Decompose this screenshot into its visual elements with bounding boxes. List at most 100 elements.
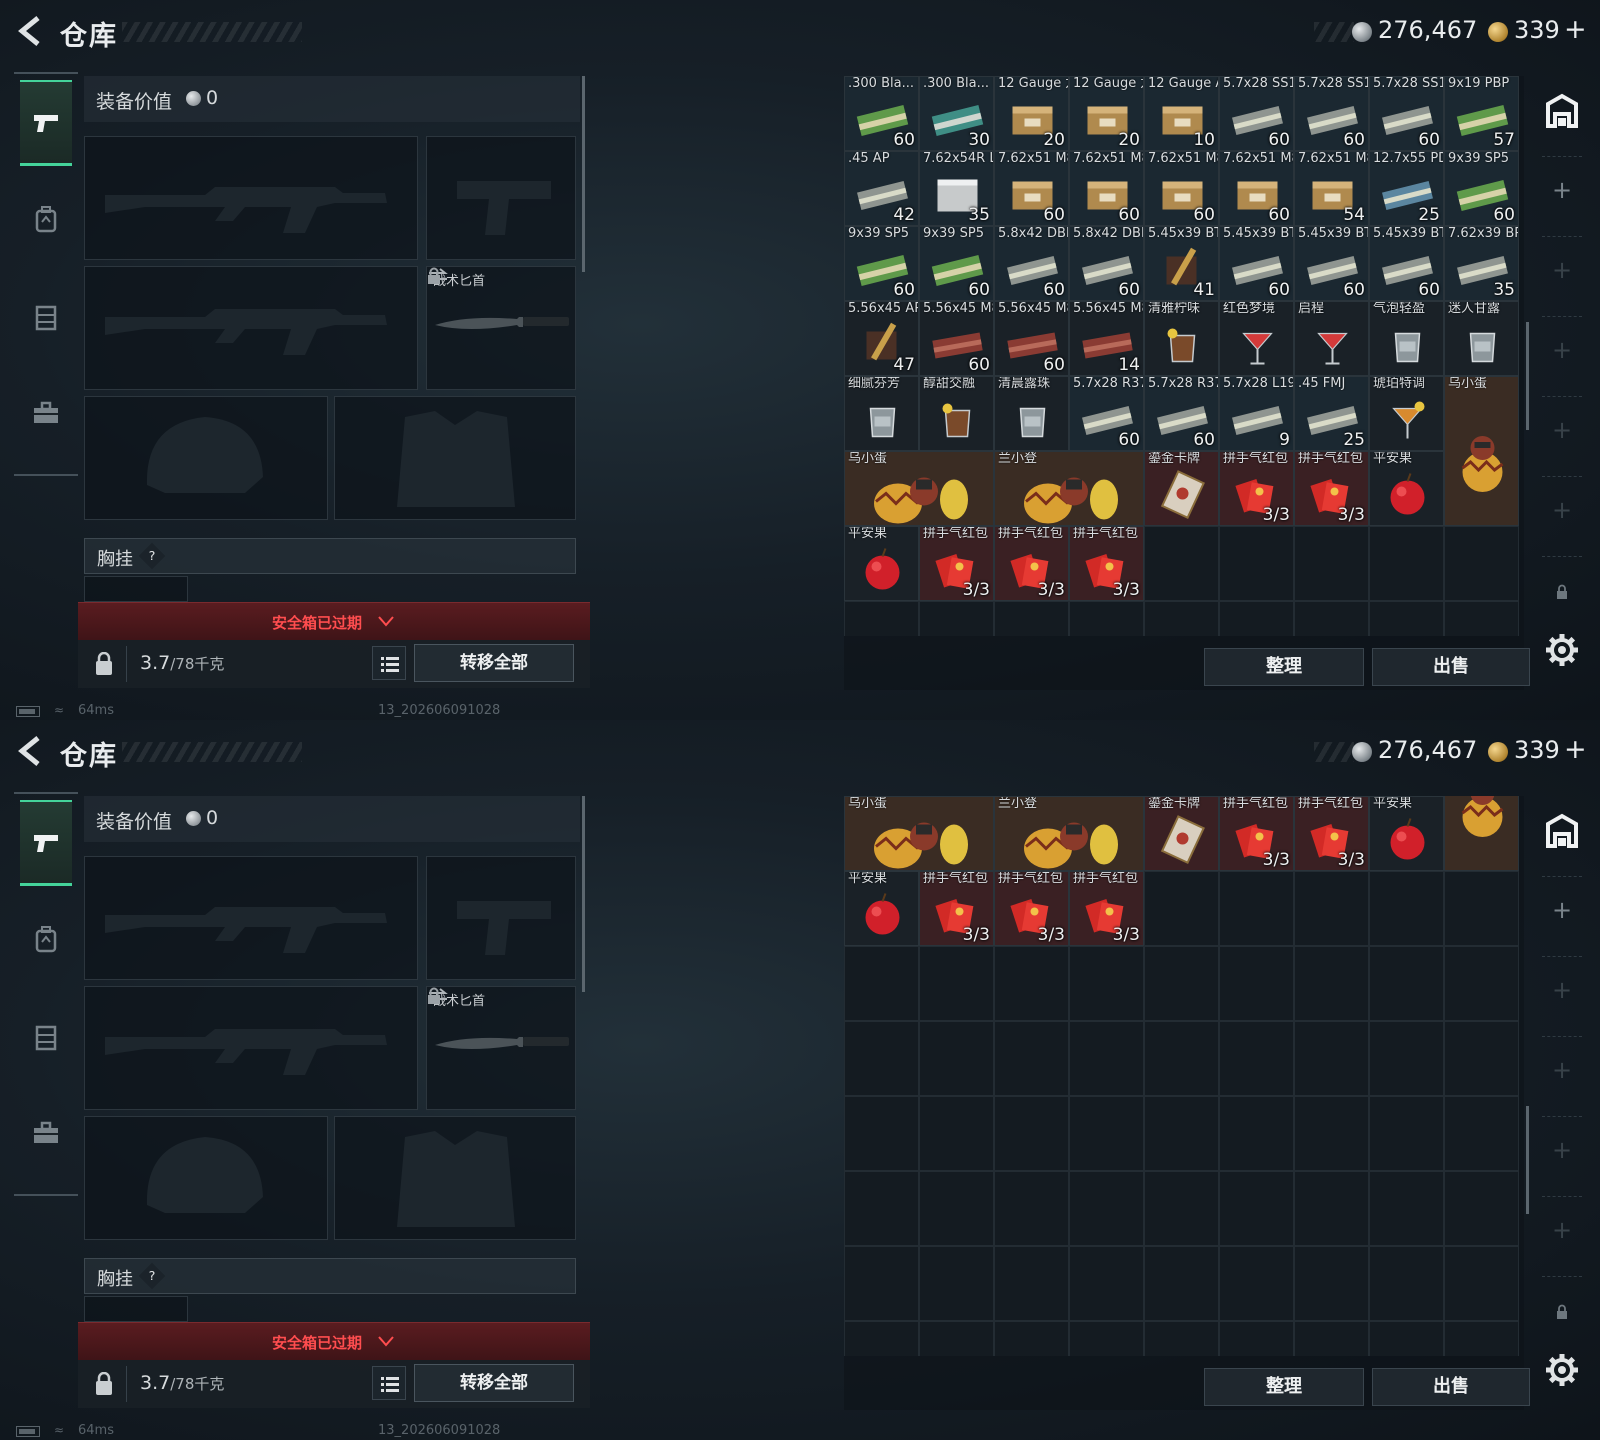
stash-item[interactable]: 拼手气红包 3/3 [1219, 451, 1294, 526]
stash-item[interactable]: 5.7x28 SS190 60 [1369, 76, 1444, 151]
add-stash-tab-button[interactable]: + [1550, 336, 1574, 364]
stash-item[interactable]: 7.62x51 M80 60 [1144, 151, 1219, 226]
stash-cell[interactable] [1069, 1171, 1144, 1246]
stash-item[interactable]: 7.62x51 M80 60 [1219, 151, 1294, 226]
stash-cell[interactable] [844, 1021, 919, 1096]
loadout-scrollbar[interactable] [582, 76, 585, 272]
stash-item[interactable]: 12 Gauge AP-X 10 [1144, 76, 1219, 151]
primary-weapon-slot[interactable] [84, 136, 418, 260]
stash-item[interactable]: 7.62x39 BP 35 [1444, 226, 1519, 301]
gear-icon[interactable] [1544, 632, 1580, 668]
stash-cell[interactable] [844, 1096, 919, 1171]
stash-item[interactable]: 拼手气红包 3/3 [1219, 796, 1294, 871]
stash-item[interactable]: 拼手气红包 3/3 [994, 526, 1069, 601]
add-stash-tab-button[interactable]: + [1550, 896, 1574, 924]
add-stash-tab-button[interactable]: + [1550, 416, 1574, 444]
helmet-slot[interactable] [84, 396, 328, 520]
stash-cell[interactable] [1294, 946, 1369, 1021]
stash-cell[interactable] [844, 1171, 919, 1246]
stash-item[interactable]: 兰小登 [994, 796, 1144, 871]
stash-cell[interactable] [1219, 1321, 1294, 1356]
stash-scrollbar[interactable] [1526, 1106, 1529, 1214]
stash-cell[interactable] [1369, 1096, 1444, 1171]
stash-cell[interactable] [1294, 1321, 1369, 1356]
stash-item[interactable]: 7.62x51 M80 60 [1069, 151, 1144, 226]
stash-item[interactable]: 清晨露珠 [994, 376, 1069, 451]
sidearm-slot[interactable] [426, 856, 576, 980]
stash-cell[interactable] [1369, 1171, 1444, 1246]
armor-slot[interactable] [334, 396, 576, 520]
stash-item[interactable]: 琥珀特调 [1369, 376, 1444, 451]
stash-item[interactable]: 拼手气红包 3/3 [1294, 796, 1369, 871]
stash-cell[interactable] [844, 601, 919, 636]
stash-item[interactable]: 乌小蛋 [844, 451, 994, 526]
stash-item[interactable]: 平安果 [1369, 796, 1444, 871]
stash-item[interactable]: .45 AP 42 [844, 151, 919, 226]
stash-cell[interactable] [1444, 1321, 1519, 1356]
stash-cell[interactable] [844, 946, 919, 1021]
stash-item[interactable]: 5.45x39 BT 60 [1219, 226, 1294, 301]
gear-icon[interactable] [1544, 1352, 1580, 1388]
stash-item[interactable]: 平安果 [1369, 451, 1444, 526]
add-stash-tab-button[interactable]: + [1550, 496, 1574, 524]
stash-item[interactable]: 拼手气红包 3/3 [1069, 871, 1144, 946]
stash-item[interactable]: 5.7x28 R37.F 60 [1144, 376, 1219, 451]
stash-item[interactable]: 乌小蛋 [844, 796, 994, 871]
stash-item[interactable]: 拼手气红包 3/3 [919, 526, 994, 601]
stash-item[interactable]: 乌小蛋 [1444, 376, 1519, 526]
help-icon[interactable]: ? [138, 1262, 166, 1290]
add-stash-tab-button[interactable]: + [1550, 1056, 1574, 1084]
add-stash-tab-button[interactable]: + [1550, 976, 1574, 1004]
stash-item[interactable]: 鎏金卡牌 [1144, 451, 1219, 526]
nav-weapons[interactable] [20, 80, 72, 166]
nav-toolbox[interactable] [20, 1090, 72, 1176]
melee-slot[interactable]: 战术匕首 [426, 986, 576, 1110]
stash-cell[interactable] [994, 1321, 1069, 1356]
stash-cell[interactable] [919, 1321, 994, 1356]
stash-item[interactable]: 5.56x45 M855A1 60 [994, 301, 1069, 376]
stash-item[interactable]: 12.7x55 PD12双头 25 [1369, 151, 1444, 226]
stash-item[interactable]: 12 Gauge 龙息弹 20 [994, 76, 1069, 151]
stash-cell[interactable] [994, 946, 1069, 1021]
stash-item[interactable]: 拼手气红包 3/3 [919, 871, 994, 946]
stash-cell[interactable] [1369, 601, 1444, 636]
back-arrow-icon[interactable] [14, 14, 48, 48]
stash-scrollbar[interactable] [1526, 322, 1529, 430]
stash-item[interactable]: .300 Bla... BCP FMJ 60 [844, 76, 919, 151]
stash-cell[interactable] [844, 1246, 919, 1321]
stash-cell[interactable] [1219, 526, 1294, 601]
add-stash-tab-button[interactable]: + [1550, 176, 1574, 204]
stash-item[interactable]: 7.62x51 M80 60 [994, 151, 1069, 226]
chest-rig-slot[interactable] [84, 1296, 188, 1322]
stash-cell[interactable] [1069, 946, 1144, 1021]
stash-item[interactable]: 迷人甘露 [1444, 301, 1519, 376]
nav-weapons[interactable] [20, 800, 72, 886]
stash-item[interactable]: 拼手气红包 3/3 [994, 871, 1069, 946]
stash-cell[interactable] [1144, 526, 1219, 601]
stash-cell[interactable] [994, 1096, 1069, 1171]
stash-cell[interactable] [1219, 601, 1294, 636]
stash-cell[interactable] [919, 1246, 994, 1321]
list-view-button[interactable] [372, 1366, 406, 1400]
stash-item[interactable]: 气泡轻盈 [1369, 301, 1444, 376]
stash-cell[interactable] [1069, 1321, 1144, 1356]
sort-button[interactable]: 整理 [1204, 1368, 1364, 1406]
stash-item[interactable]: 5.7x28 L191 9 [1219, 376, 1294, 451]
nav-toolbox[interactable] [20, 370, 72, 456]
secure-container-expired-bar[interactable]: 安全箱已过期 [78, 1322, 590, 1360]
secondary-weapon-slot[interactable] [84, 266, 418, 390]
add-stash-tab-button[interactable]: + [1550, 256, 1574, 284]
stash-cell[interactable] [919, 1171, 994, 1246]
stash-item[interactable]: 9x39 SP5 60 [1444, 151, 1519, 226]
sell-button[interactable]: 出售 [1372, 1368, 1530, 1406]
stash-cell[interactable] [1444, 601, 1519, 636]
stash-item[interactable]: 平安果 [844, 871, 919, 946]
stash-cell[interactable] [1294, 526, 1369, 601]
stash-item[interactable]: 9x39 SP5 60 [919, 226, 994, 301]
helmet-slot[interactable] [84, 1116, 328, 1240]
stash-cell[interactable] [1369, 1321, 1444, 1356]
add-stash-tab-button[interactable]: + [1550, 1216, 1574, 1244]
stash-cell[interactable] [1444, 526, 1519, 601]
stash-cell[interactable] [1219, 871, 1294, 946]
stash-cell[interactable] [1444, 1021, 1519, 1096]
